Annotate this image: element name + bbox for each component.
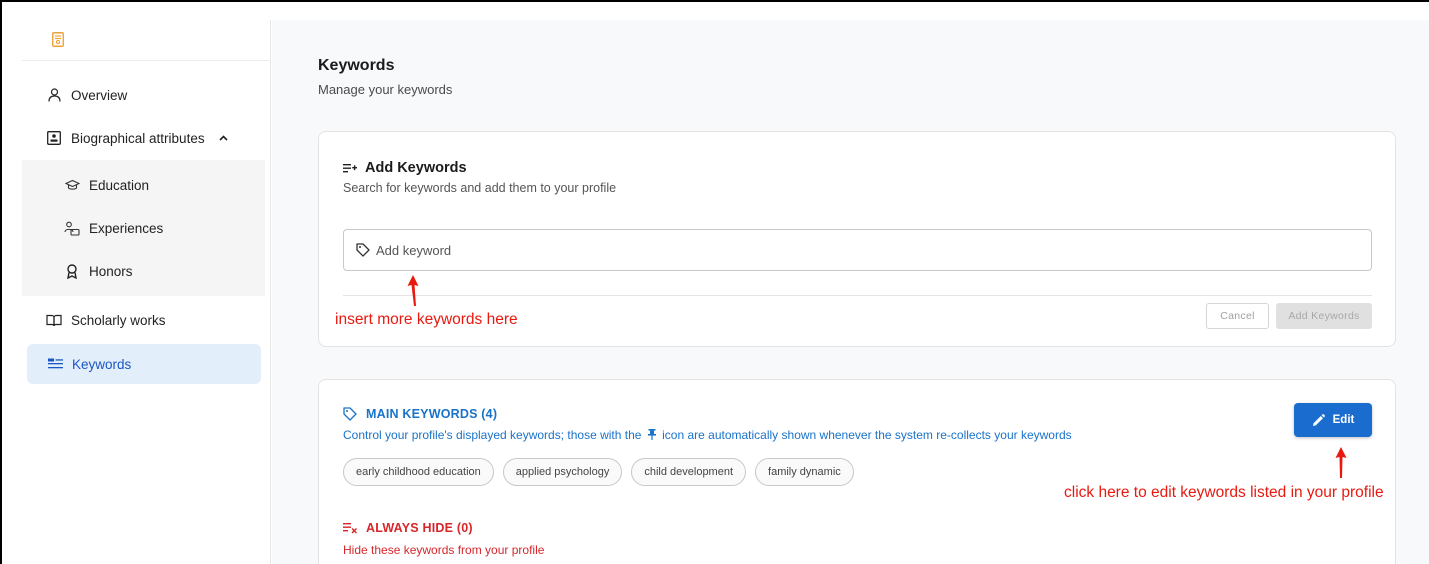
user-icon [46,87,62,103]
app-logo-icon[interactable] [52,32,64,47]
playlist-add-icon [343,163,357,174]
tag-icon [356,243,370,257]
add-keywords-title: Add Keywords [343,160,467,176]
pencil-icon [1312,413,1325,427]
add-keyword-input-wrapper[interactable] [343,229,1372,271]
page-title: Keywords [318,57,395,74]
main-keywords-description: Control your profile's displayed keyword… [343,428,1072,443]
annotation-arrow-up-icon [407,275,419,306]
keyword-chip[interactable]: early childhood education [343,458,494,486]
annotation-edit-note: click here to edit keywords listed in yo… [1064,484,1384,501]
edit-button-label: Edit [1332,414,1355,426]
window-left-edge [0,0,2,564]
description-after: icon are automatically shown whenever th… [662,428,1072,442]
sidebar-item-label: Keywords [72,356,132,372]
edit-button[interactable]: Edit [1294,403,1372,437]
pin-icon [647,429,656,443]
add-keywords-description: Search for keywords and add them to your… [343,181,617,195]
main-keywords-title-text: MAIN KEYWORDS (4) [366,407,498,421]
id-card-icon [46,130,62,146]
sidebar-item-label: Experiences [89,220,164,236]
annotation-arrow-up-icon [1335,447,1347,478]
window-top-edge [0,0,1429,2]
chevron-up-icon[interactable] [219,133,228,144]
award-icon [64,263,80,279]
sidebar-item-scholarly-works[interactable]: Scholarly works [26,300,261,340]
always-hide-title: ALWAYS HIDE (0) [343,521,473,535]
playlist-remove-icon [343,522,357,534]
sidebar-item-education[interactable]: Education [26,165,261,205]
sidebar-item-keywords[interactable]: Keywords [27,344,261,384]
always-hide-description: Hide these keywords from your profile [343,543,545,557]
sidebar-item-honors[interactable]: Honors [26,251,261,291]
sidebar-item-label: Education [89,177,150,193]
keyword-chip[interactable]: child development [631,458,747,486]
main-content: Keywords Manage your keywords Add Keywor… [272,20,1429,564]
main-keywords-card: MAIN KEYWORDS (4) Control your profile's… [318,379,1396,564]
keyword-chip[interactable]: family dynamic [755,458,854,486]
main-keywords-title: MAIN KEYWORDS (4) [343,407,497,421]
tag-icon [343,407,357,421]
description-before: Control your profile's displayed keyword… [343,428,642,442]
people-icon [64,220,80,236]
sidebar-item-experiences[interactable]: Experiences [26,208,261,248]
add-keywords-button[interactable]: Add Keywords [1276,303,1372,329]
list-icon [47,356,63,372]
cancel-button[interactable]: Cancel [1206,303,1269,329]
add-keywords-title-text: Add Keywords [365,160,467,176]
sidebar-item-label: Overview [71,87,128,103]
page-subtitle: Manage your keywords [318,82,453,97]
keyword-chips: early childhood education applied psycho… [343,458,854,486]
sidebar-item-label: Honors [89,263,133,279]
sidebar: Overview Biographical attributes Educati… [6,20,271,564]
keyword-chip[interactable]: applied psychology [502,458,623,486]
add-keyword-input[interactable] [376,242,1276,258]
sidebar-divider [22,60,271,61]
sidebar-item-biographical-attributes[interactable]: Biographical attributes [26,118,261,158]
sidebar-item-overview[interactable]: Overview [26,75,261,115]
annotation-insert-note: insert more keywords here [335,311,518,328]
card-divider [343,295,1372,296]
always-hide-title-text: ALWAYS HIDE (0) [366,521,473,535]
sidebar-item-label: Scholarly works [71,312,166,328]
book-icon [46,312,62,328]
graduation-cap-icon [64,177,80,193]
sidebar-item-label: Biographical attributes [71,130,205,146]
